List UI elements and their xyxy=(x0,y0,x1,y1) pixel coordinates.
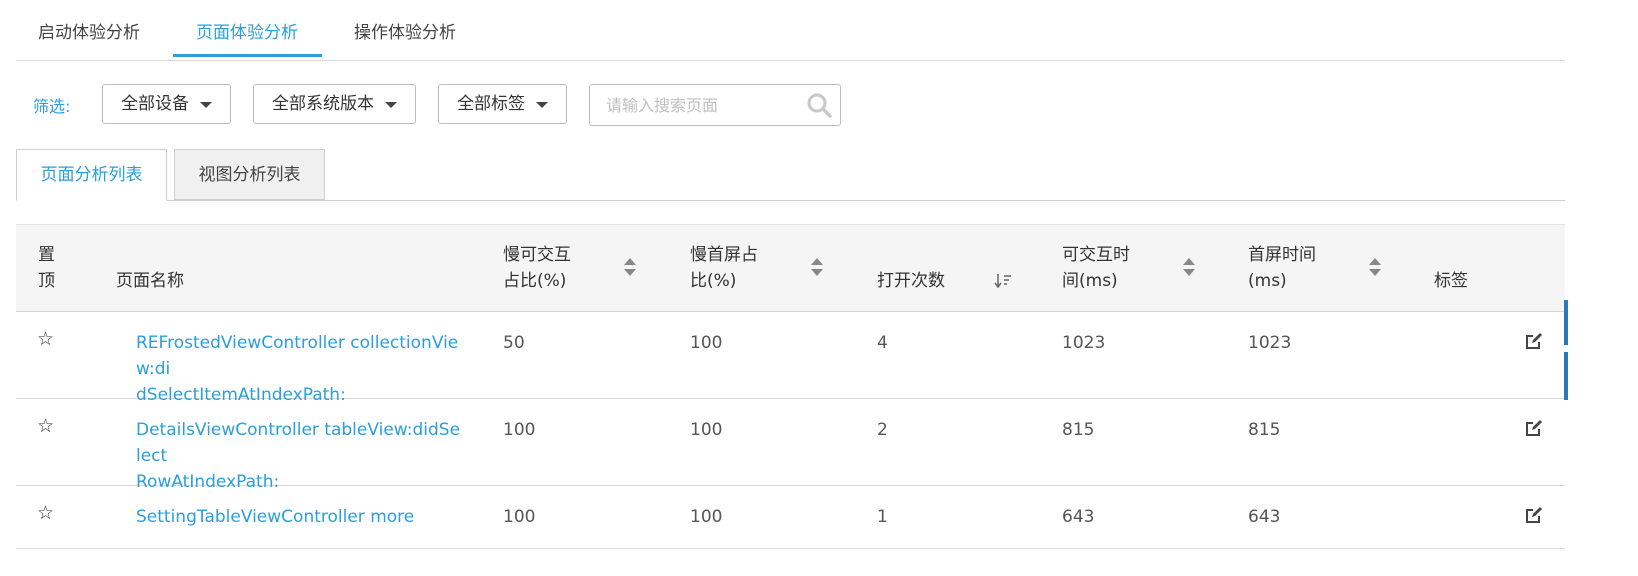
device-dropdown[interactable]: 全部设备 xyxy=(102,84,231,124)
header-page-name: 页面名称 xyxy=(116,271,184,291)
firstscreen-time-value: 1023 xyxy=(1248,333,1292,353)
device-dropdown-value: 全部设备 xyxy=(121,94,189,114)
caret-down-icon xyxy=(200,102,212,108)
open-count-value: 1 xyxy=(877,507,888,527)
search-input[interactable] xyxy=(600,91,807,119)
star-icon[interactable]: ☆ xyxy=(37,415,54,437)
edit-icon[interactable] xyxy=(1524,505,1544,525)
sort-desc-icon[interactable] xyxy=(994,272,1012,290)
edit-icon[interactable] xyxy=(1524,331,1544,351)
table-row: ☆ REFrostedViewController collectionView… xyxy=(16,312,1565,405)
sort-icon[interactable] xyxy=(811,258,823,278)
active-tab-indicator xyxy=(173,54,322,57)
search-icon[interactable] xyxy=(806,92,832,118)
page-analysis-table: 置 顶 页面名称 慢可交互 占比(%) 慢首屏占 比(%) 打开次数 可交互时 … xyxy=(16,224,1565,549)
header-slow-firstscreen-ratio[interactable]: 慢首屏占 比(%) xyxy=(690,242,758,294)
header-slow-interact-ratio[interactable]: 慢可交互 占比(%) xyxy=(503,242,571,294)
tab-operation-experience[interactable]: 操作体验分析 xyxy=(354,18,456,43)
header-open-count[interactable]: 打开次数 xyxy=(877,268,945,294)
sort-icon[interactable] xyxy=(1369,258,1381,278)
caret-down-icon xyxy=(536,102,548,108)
star-icon[interactable]: ☆ xyxy=(37,502,54,524)
open-count-value: 2 xyxy=(877,420,888,440)
os-version-dropdown-value: 全部系统版本 xyxy=(272,94,374,114)
slow-firstscreen-value: 100 xyxy=(690,507,723,527)
header-firstscreen-time[interactable]: 首屏时间 (ms) xyxy=(1248,242,1316,294)
table-row: ☆ DetailsViewController tableView:didSel… xyxy=(16,399,1565,492)
firstscreen-time-value: 643 xyxy=(1248,507,1281,527)
filter-label: 筛选: xyxy=(33,97,71,116)
header-pin: 置 顶 xyxy=(38,245,55,291)
interact-time-value: 643 xyxy=(1062,507,1095,527)
tag-dropdown-value: 全部标签 xyxy=(457,94,525,114)
tab-view-analysis-list[interactable]: 视图分析列表 xyxy=(174,149,325,200)
tab-page-analysis-list[interactable]: 页面分析列表 xyxy=(16,149,167,201)
edit-icon[interactable] xyxy=(1524,418,1544,438)
page-name-link[interactable]: SettingTableViewController more xyxy=(136,504,461,530)
slow-interact-value: 100 xyxy=(503,507,536,527)
header-tag: 标签 xyxy=(1434,271,1468,291)
slow-firstscreen-value: 100 xyxy=(690,333,723,353)
top-tabs: 启动体验分析 页面体验分析 操作体验分析 xyxy=(16,0,1565,61)
header-interact-time[interactable]: 可交互时 间(ms) xyxy=(1062,242,1130,294)
slow-interact-value: 100 xyxy=(503,420,536,440)
table-row: ☆ SettingTableViewController more 100 10… xyxy=(16,486,1565,549)
firstscreen-time-value: 815 xyxy=(1248,420,1281,440)
interact-time-value: 1023 xyxy=(1062,333,1106,353)
table-header: 置 顶 页面名称 慢可交互 占比(%) 慢首屏占 比(%) 打开次数 可交互时 … xyxy=(16,224,1565,312)
tag-dropdown[interactable]: 全部标签 xyxy=(438,84,567,124)
search-box xyxy=(589,84,841,126)
star-icon[interactable]: ☆ xyxy=(37,328,54,350)
interact-time-value: 815 xyxy=(1062,420,1095,440)
slow-firstscreen-value: 100 xyxy=(690,420,723,440)
scroll-indicator[interactable] xyxy=(1564,352,1568,400)
sort-icon[interactable] xyxy=(1183,258,1195,278)
open-count-value: 4 xyxy=(877,333,888,353)
tab-page-experience[interactable]: 页面体验分析 xyxy=(196,18,298,43)
sub-tabs: 页面分析列表 视图分析列表 xyxy=(16,149,1565,201)
scroll-indicator[interactable] xyxy=(1564,300,1568,345)
page-name-link[interactable]: REFrostedViewController collectionView:d… xyxy=(136,330,461,408)
os-version-dropdown[interactable]: 全部系统版本 xyxy=(253,84,416,124)
slow-interact-value: 50 xyxy=(503,333,525,353)
sort-icon[interactable] xyxy=(624,258,636,278)
caret-down-icon xyxy=(385,102,397,108)
tab-launch-experience[interactable]: 启动体验分析 xyxy=(38,18,140,43)
page-name-link[interactable]: DetailsViewController tableView:didSelec… xyxy=(136,417,461,495)
